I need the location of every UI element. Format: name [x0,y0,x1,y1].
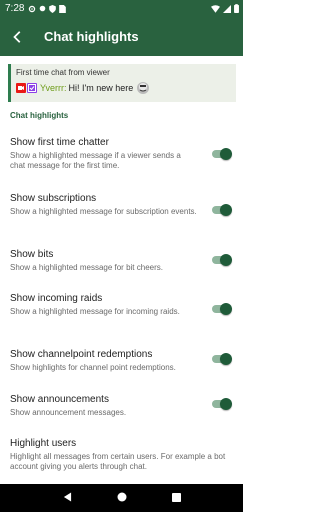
section-header: Chat highlights [10,111,69,120]
emote-icon [136,81,150,95]
setting-title: Show first time chatter [10,137,109,148]
settings-gear-icon [29,5,36,12]
notification-dot-icon [40,5,46,12]
preview-message: Hi! I'm new here [68,83,134,93]
setting-title: Show incoming raids [10,293,103,304]
setting-summary: Show a highlighted message for subscript… [10,207,197,216]
setting-summary: Show announcement messages. [10,408,127,417]
setting-title: Show channelpoint redemptions [10,349,153,360]
setting-title: Highlight users [10,438,77,449]
arrow-back-icon [13,30,21,43]
preview-chat-message: Yverrr: Hi! I'm new here [16,81,236,95]
first-time-chatter-toggle[interactable] [210,148,232,160]
preview-username: Yverrr: [40,83,67,93]
page-title: Chat highlights [44,29,139,44]
back-button[interactable] [0,17,36,56]
incoming-raids-toggle[interactable] [210,303,232,315]
shield-icon [49,4,57,13]
setting-subscriptions[interactable]: Show subscriptions Show a highlighted me… [10,193,232,217]
subscriptions-toggle[interactable] [210,204,232,216]
setting-summary: Show a highlighted message for bit cheer… [10,263,163,272]
status-time: 7:28 [5,3,25,14]
sim-card-icon [59,4,67,13]
setting-title: Show subscriptions [10,193,97,204]
setting-highlight-users[interactable]: Highlight users Highlight all messages f… [10,438,232,472]
announcements-toggle[interactable] [210,398,232,410]
nav-home-button[interactable] [117,489,127,507]
setting-first-time-chatter[interactable]: Show first time chatter Show a highlight… [10,137,232,171]
setting-summary: Show a highlighted message if a viewer s… [10,151,181,170]
app-bar: Chat highlights [0,17,243,56]
wifi-icon [211,4,220,13]
setting-summary: Show highlights for channel point redemp… [10,363,176,372]
signal-icon [223,4,231,13]
bits-toggle[interactable] [210,254,232,266]
nav-back-button[interactable] [63,489,72,507]
verified-badge-icon [27,83,37,93]
channelpoint-redemptions-toggle[interactable] [210,353,232,365]
setting-title: Show bits [10,249,54,260]
setting-announcements[interactable]: Show announcements Show announcement mes… [10,394,232,418]
battery-icon [234,4,239,13]
setting-summary: Show a highlighted message for incoming … [10,307,180,316]
setting-bits[interactable]: Show bits Show a highlighted message for… [10,249,232,273]
nav-home-icon [117,492,126,502]
system-navigation-bar [0,484,243,512]
nav-back-icon [63,492,71,502]
setting-incoming-raids[interactable]: Show incoming raids Show a highlighted m… [10,293,232,317]
status-bar: 7:28 [0,0,243,17]
preview-title: First time chat from viewer [16,68,110,77]
nav-recents-button[interactable] [171,489,181,507]
highlight-preview: First time chat from viewer Yverrr: Hi! … [8,64,236,102]
setting-channelpoint-redemptions[interactable]: Show channelpoint redemptions Show highl… [10,349,232,373]
setting-title: Show announcements [10,394,109,405]
nav-recents-icon [171,493,181,502]
broadcaster-badge-icon [16,83,26,93]
setting-summary: Highlight all messages from certain user… [10,452,226,471]
